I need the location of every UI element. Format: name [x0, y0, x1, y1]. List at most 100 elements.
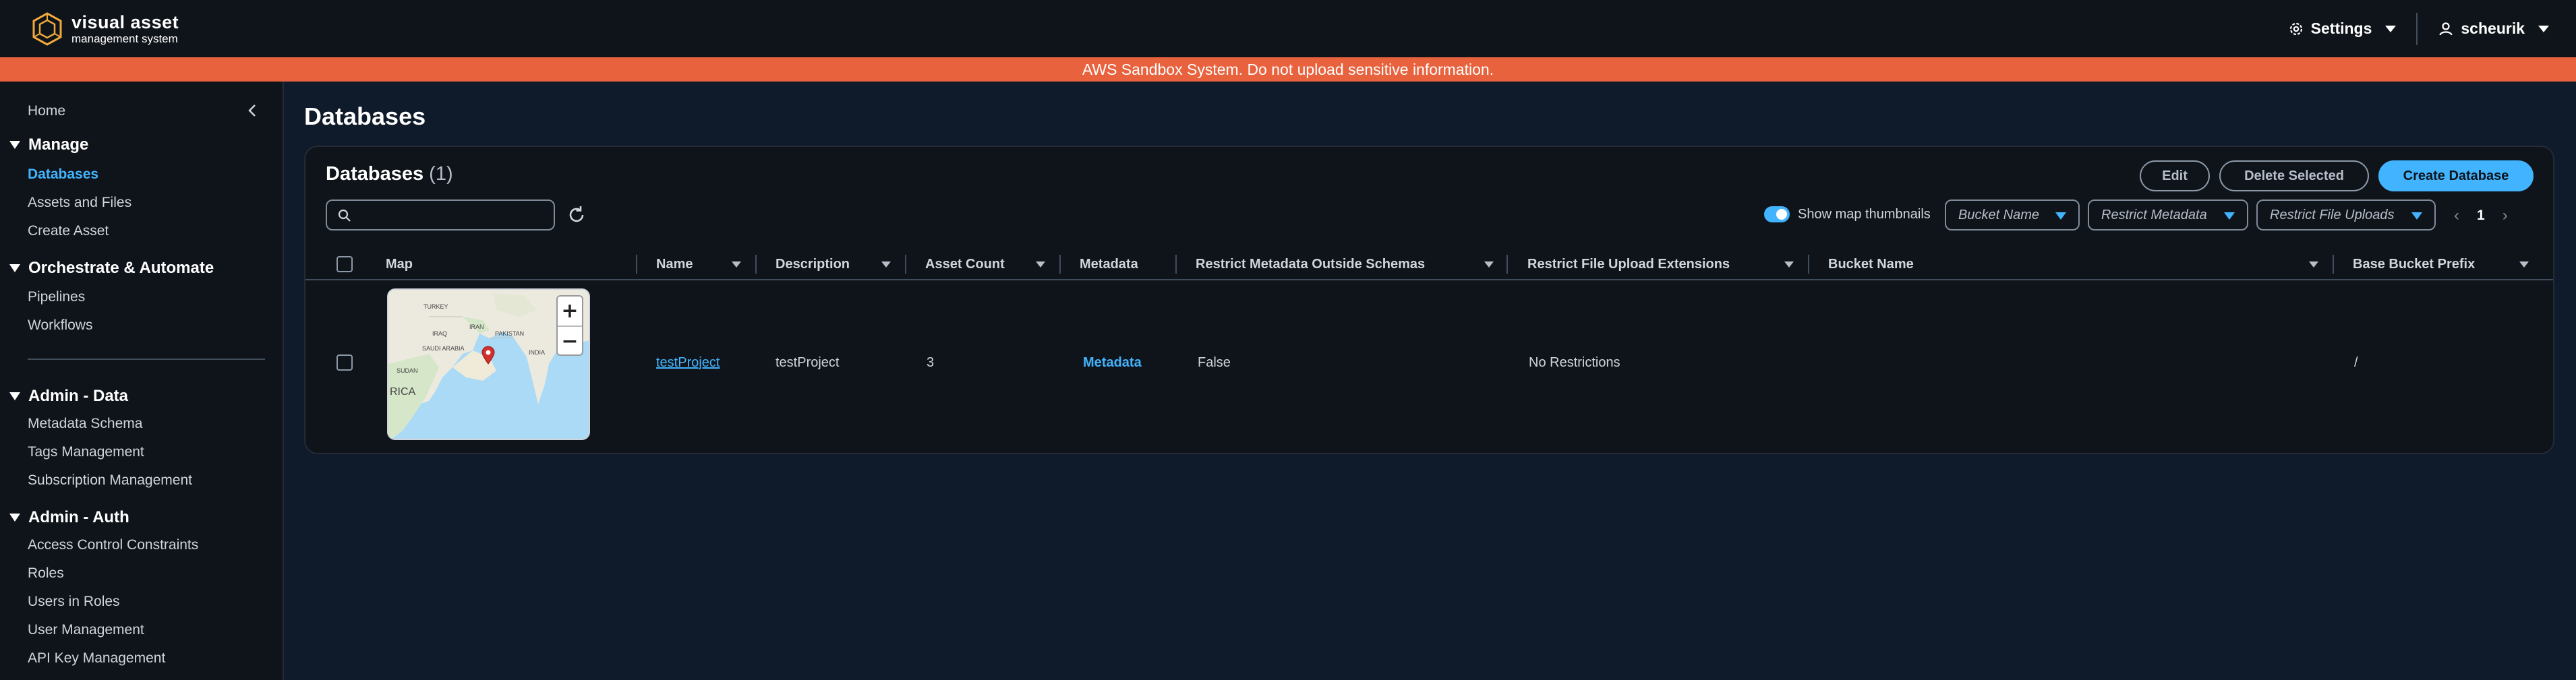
logo-subtitle: management system: [71, 32, 178, 45]
sidebar-item-tags-management[interactable]: Tags Management: [28, 444, 144, 460]
toggle-switch[interactable]: [1764, 206, 1790, 222]
column-separator: [636, 255, 637, 274]
sort-icon[interactable]: [1784, 261, 1794, 268]
sidebar-item-assets-and-files[interactable]: Assets and Files: [28, 195, 131, 211]
page-number[interactable]: 1: [2477, 208, 2485, 224]
previous-page-icon[interactable]: ‹: [2454, 206, 2459, 225]
sidebar-item-subscription-management[interactable]: Subscription Management: [28, 472, 192, 489]
caret-down-icon: [2224, 212, 2235, 220]
caret-down-icon: [2411, 212, 2422, 220]
panel-title-text: Databases: [326, 163, 424, 185]
sidebar-item-create-asset[interactable]: Create Asset: [28, 223, 109, 239]
search-box[interactable]: [326, 199, 555, 230]
databases-table-panel: Databases (1) Edit Delete Selected Creat…: [304, 146, 2554, 454]
sidebar-item-user-management[interactable]: User Management: [28, 622, 144, 638]
sidebar-item-workflows[interactable]: Workflows: [28, 317, 92, 334]
sidebar-section-label: Admin - Auth: [28, 508, 129, 526]
column-separator: [755, 255, 757, 274]
sidebar-item-metadata-schema[interactable]: Metadata Schema: [28, 416, 142, 432]
chevron-down-icon: [2538, 25, 2549, 32]
user-menu[interactable]: scheurik: [2438, 20, 2549, 38]
sidebar-section-orchestrate[interactable]: Orchestrate & Automate: [9, 259, 214, 278]
top-navigation: visual asset management system Settings …: [0, 0, 2576, 57]
column-header-bucket-name[interactable]: Bucket Name: [1828, 248, 1914, 280]
sidebar-item-home[interactable]: Home: [28, 103, 65, 119]
caret-down-icon: [2055, 212, 2066, 220]
cell-asset-count: 3: [927, 354, 935, 370]
create-database-button[interactable]: Create Database: [2378, 160, 2534, 191]
column-header-restrict-uploads[interactable]: Restrict File Upload Extensions: [1527, 248, 1730, 280]
user-icon: [2439, 22, 2453, 35]
zoom-in-button[interactable]: +: [558, 297, 582, 326]
column-separator: [1808, 255, 1809, 274]
restrict-file-uploads-filter[interactable]: Restrict File Uploads: [2256, 199, 2436, 230]
next-page-icon[interactable]: ›: [2502, 206, 2508, 225]
column-header-description[interactable]: Description: [775, 248, 850, 280]
table-row: TURKEY IRAN IRAQ SAUDI ARABIA PAKISTAN I…: [305, 282, 2553, 443]
cell-description: testProject: [775, 354, 840, 370]
caret-down-icon: [9, 392, 20, 400]
sort-icon[interactable]: [732, 261, 741, 268]
sidebar-item-users-in-roles[interactable]: Users in Roles: [28, 594, 120, 610]
caret-down-icon: [9, 514, 20, 522]
map-thumbnail[interactable]: TURKEY IRAN IRAQ SAUDI ARABIA PAKISTAN I…: [387, 288, 590, 440]
bucket-name-filter[interactable]: Bucket Name: [1945, 199, 2080, 230]
column-header-metadata: Metadata: [1080, 256, 1138, 272]
row-select-checkbox[interactable]: [336, 354, 353, 371]
sidebar-item-pipelines[interactable]: Pipelines: [28, 289, 85, 305]
pagination: ‹ 1 ›: [2454, 206, 2508, 225]
sidebar: Home Manage Databases Assets and Files C…: [0, 82, 284, 680]
location-pin-icon[interactable]: [481, 346, 496, 365]
caret-down-icon: [9, 141, 20, 149]
search-icon: [338, 209, 351, 222]
cell-name[interactable]: testProject: [656, 282, 720, 443]
app-logo[interactable]: visual asset management system: [30, 11, 179, 47]
refresh-icon[interactable]: [566, 205, 587, 225]
database-name-link[interactable]: testProject: [656, 355, 720, 371]
column-header-base-bucket-prefix[interactable]: Base Bucket Prefix: [2353, 248, 2475, 280]
caret-down-icon: [9, 264, 20, 272]
sort-icon[interactable]: [881, 261, 891, 268]
chevron-down-icon: [2385, 25, 2397, 32]
cell-metadata[interactable]: Metadata: [1083, 282, 1142, 443]
cell-base-bucket-prefix: /: [2354, 354, 2358, 370]
metadata-link[interactable]: Metadata: [1083, 355, 1142, 371]
sort-icon[interactable]: [2309, 261, 2318, 268]
sidebar-item-databases[interactable]: Databases: [28, 166, 98, 183]
filter-label: Bucket Name: [1958, 207, 2040, 222]
restrict-metadata-filter[interactable]: Restrict Metadata: [2088, 199, 2248, 230]
column-header-restrict-metadata[interactable]: Restrict Metadata Outside Schemas: [1196, 248, 1425, 280]
settings-menu[interactable]: Settings: [2288, 20, 2397, 38]
collapse-sidebar-icon[interactable]: [244, 102, 262, 119]
filter-label: Restrict File Uploads: [2270, 207, 2395, 222]
map-label: IRAN: [469, 323, 484, 330]
map-label: RICA: [390, 386, 416, 398]
sidebar-section-admin-auth[interactable]: Admin - Auth: [9, 508, 129, 527]
sort-icon[interactable]: [1036, 261, 1045, 268]
select-all-checkbox[interactable]: [336, 256, 353, 272]
search-input[interactable]: [357, 205, 546, 225]
column-separator: [1175, 255, 1177, 274]
delete-selected-button[interactable]: Delete Selected: [2219, 160, 2369, 191]
sidebar-item-api-key-management[interactable]: API Key Management: [28, 650, 165, 667]
sort-icon[interactable]: [1484, 261, 1494, 268]
cell-restrict-metadata: False: [1198, 354, 1231, 370]
sidebar-item-access-control-constraints[interactable]: Access Control Constraints: [28, 537, 198, 553]
sidebar-section-admin-data[interactable]: Admin - Data: [9, 387, 128, 406]
sidebar-section-label: Admin - Data: [28, 387, 129, 405]
sidebar-item-roles[interactable]: Roles: [28, 565, 64, 582]
zoom-out-button[interactable]: −: [558, 327, 582, 356]
panel-count: (1): [429, 163, 453, 185]
sandbox-warning-banner: AWS Sandbox System. Do not upload sensit…: [0, 57, 2576, 82]
logo-mark-icon: [32, 12, 62, 46]
sidebar-section-manage[interactable]: Manage: [9, 135, 88, 154]
map-label: PAKISTAN: [495, 330, 525, 337]
map-thumbnails-toggle[interactable]: Show map thumbnails: [1764, 206, 1931, 222]
column-header-asset-count[interactable]: Asset Count: [925, 248, 1005, 280]
sort-icon[interactable]: [2519, 261, 2529, 268]
edit-button[interactable]: Edit: [2140, 160, 2210, 191]
map-label: SAUDI ARABIA: [422, 345, 465, 352]
column-header-name[interactable]: Name: [656, 248, 693, 280]
gear-icon: [2289, 22, 2302, 35]
table-header: Map Name Description Asset Count Metadat…: [305, 248, 2553, 280]
